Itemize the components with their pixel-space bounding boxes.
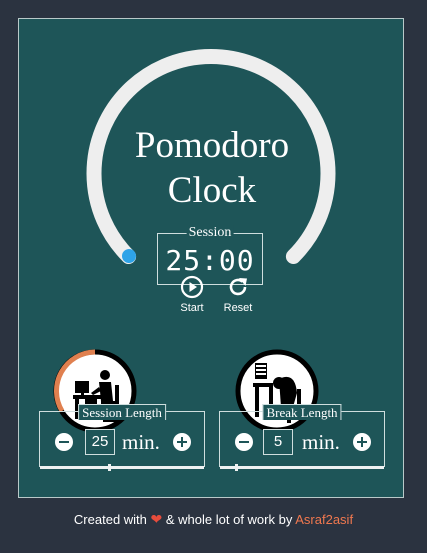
break-length-unit: min. (302, 430, 340, 454)
session-length-slider-thumb[interactable] (108, 464, 111, 471)
session-legend: Session (186, 225, 234, 241)
session-length-box: Session Length 25 min. (39, 404, 205, 471)
break-length-slider-thumb[interactable] (235, 464, 238, 471)
session-length-slider[interactable] (40, 466, 204, 469)
app-title-line1: Pomodoro (134, 125, 290, 166)
heart-icon: ❤ (150, 511, 163, 527)
break-decrement-button[interactable] (235, 433, 253, 451)
break-length-slider[interactable] (220, 466, 384, 469)
start-label: Start (180, 302, 204, 314)
footer-prefix: Created with (73, 512, 147, 527)
redo-icon (229, 278, 247, 296)
pomodoro-panel: Pomodoro Clock Session 25:00 Start Reset (18, 18, 404, 498)
break-length-box: Break Length 5 min. (219, 404, 385, 471)
play-circle-icon (180, 275, 204, 299)
footer-middle: & whole lot of work by (165, 512, 293, 527)
minus-icon (59, 441, 69, 443)
reset-button[interactable]: Reset (216, 275, 260, 314)
session-length-input[interactable]: 25 (85, 429, 115, 455)
break-length-input[interactable]: 5 (263, 429, 293, 455)
break-length-legend: Break Length (262, 404, 342, 420)
break-increment-button[interactable] (353, 433, 371, 451)
session-length-legend: Session Length (78, 404, 166, 420)
timer-ring-dot (122, 249, 136, 263)
reset-label: Reset (223, 302, 253, 314)
session-increment-button[interactable] (173, 433, 191, 451)
timer-display: 25:00 (165, 244, 255, 277)
session-length-unit: min. (122, 430, 160, 454)
author-link[interactable]: Asraf2asif (295, 512, 353, 527)
footer: Created with ❤ & whole lot of work by As… (0, 511, 427, 528)
app-title-line2: Clock (167, 170, 257, 211)
start-button[interactable]: Start (170, 275, 214, 314)
session-decrement-button[interactable] (55, 433, 73, 451)
minus-icon (239, 441, 249, 443)
